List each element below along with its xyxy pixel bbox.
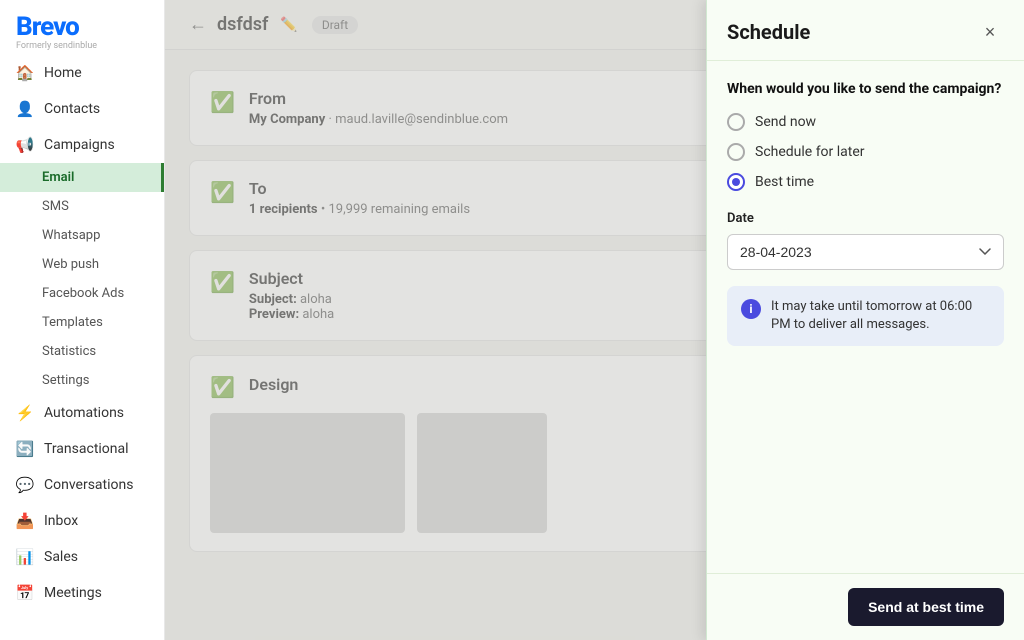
- panel-body: When would you like to send the campaign…: [707, 61, 1024, 573]
- info-text: It may take until tomorrow at 06:00 PM t…: [771, 298, 990, 334]
- sidebar-item-campaigns[interactable]: 📢 Campaigns: [0, 127, 164, 163]
- conversations-icon: 💬: [16, 476, 34, 494]
- sidebar-item-label: Automations: [44, 405, 124, 421]
- panel-footer: Send at best time: [707, 573, 1024, 640]
- sidebar-sub-item-email[interactable]: Email: [0, 163, 164, 192]
- sidebar-nav: 🏠 Home 👤 Contacts 📢 Campaigns Email SMS …: [0, 55, 164, 640]
- sidebar-item-contacts[interactable]: 👤 Contacts: [0, 91, 164, 127]
- sidebar-sub-item-whatsapp[interactable]: Whatsapp: [0, 221, 164, 250]
- radio-circle-send-now: [727, 113, 745, 131]
- sidebar-sub-item-web-push[interactable]: Web push: [0, 250, 164, 279]
- radio-group: Send now Schedule for later Best time: [727, 113, 1004, 191]
- radio-circle-schedule-later: [727, 143, 745, 161]
- sidebar-sub-item-sms[interactable]: SMS: [0, 192, 164, 221]
- sidebar-item-inbox[interactable]: 📥 Inbox: [0, 503, 164, 539]
- sidebar-sub-item-settings[interactable]: Settings: [0, 366, 164, 395]
- panel-header: Schedule ×: [707, 0, 1024, 61]
- radio-label-best-time: Best time: [755, 174, 814, 190]
- schedule-panel: Schedule × When would you like to send t…: [706, 0, 1024, 640]
- radio-circle-best-time: [727, 173, 745, 191]
- sidebar-item-label: Transactional: [44, 441, 129, 457]
- sidebar-sub-item-facebook-ads[interactable]: Facebook Ads: [0, 279, 164, 308]
- date-select[interactable]: 28-04-2023: [727, 234, 1004, 270]
- radio-label-schedule-later: Schedule for later: [755, 144, 865, 160]
- sidebar-item-label: Sales: [44, 549, 78, 565]
- sidebar-item-meetings[interactable]: 📅 Meetings: [0, 575, 164, 611]
- transactional-icon: 🔄: [16, 440, 34, 458]
- send-best-time-button[interactable]: Send at best time: [848, 588, 1004, 626]
- home-icon: 🏠: [16, 64, 34, 82]
- sidebar-sub-item-statistics[interactable]: Statistics: [0, 337, 164, 366]
- sidebar-item-conversations[interactable]: 💬 Conversations: [0, 467, 164, 503]
- sales-icon: 📊: [16, 548, 34, 566]
- radio-send-now[interactable]: Send now: [727, 113, 1004, 131]
- sidebar-item-automations[interactable]: ⚡ Automations: [0, 395, 164, 431]
- sidebar-item-label: Meetings: [44, 585, 102, 601]
- sidebar-item-home[interactable]: 🏠 Home: [0, 55, 164, 91]
- date-label: Date: [727, 211, 1004, 226]
- radio-label-send-now: Send now: [755, 114, 816, 130]
- date-section: Date 28-04-2023: [727, 211, 1004, 270]
- schedule-question: When would you like to send the campaign…: [727, 81, 1004, 97]
- inbox-icon: 📥: [16, 512, 34, 530]
- sidebar-item-label: Inbox: [44, 513, 78, 529]
- sidebar-item-label: Home: [44, 65, 82, 81]
- radio-schedule-later[interactable]: Schedule for later: [727, 143, 1004, 161]
- sidebar-item-label: Contacts: [44, 101, 100, 117]
- automations-icon: ⚡: [16, 404, 34, 422]
- sidebar-item-label: Campaigns: [44, 137, 115, 153]
- meetings-icon: 📅: [16, 584, 34, 602]
- contacts-icon: 👤: [16, 100, 34, 118]
- logo: Brevo Formerly sendinblue: [0, 0, 164, 55]
- logo-text: Brevo: [16, 14, 148, 40]
- close-button[interactable]: ×: [976, 18, 1004, 46]
- sidebar: Brevo Formerly sendinblue 🏠 Home 👤 Conta…: [0, 0, 165, 640]
- info-box: i It may take until tomorrow at 06:00 PM…: [727, 286, 1004, 346]
- logo-subtitle: Formerly sendinblue: [16, 41, 148, 51]
- info-icon: i: [741, 299, 761, 319]
- sidebar-item-sales[interactable]: 📊 Sales: [0, 539, 164, 575]
- campaigns-icon: 📢: [16, 136, 34, 154]
- sidebar-item-label: Conversations: [44, 477, 133, 493]
- panel-title: Schedule: [727, 20, 810, 44]
- main-content: ← dsfdsf ✏️ Draft ✅ From My Company · ma…: [165, 0, 1024, 640]
- radio-best-time[interactable]: Best time: [727, 173, 1004, 191]
- sidebar-item-transactional[interactable]: 🔄 Transactional: [0, 431, 164, 467]
- sidebar-sub-item-templates[interactable]: Templates: [0, 308, 164, 337]
